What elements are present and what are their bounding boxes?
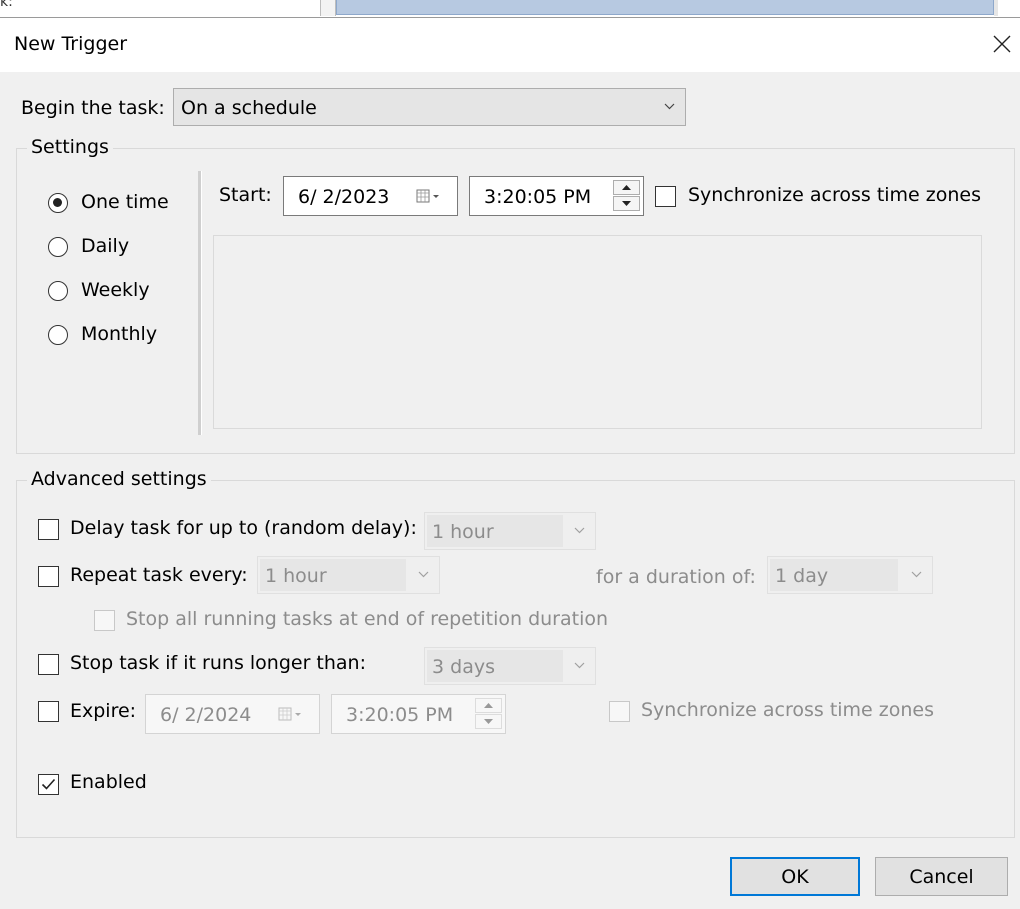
chevron-down-icon [664, 103, 675, 110]
background-selected-row [336, 0, 994, 15]
expire-time-value: 3:20:05 PM [346, 704, 454, 726]
expire-sync-checkbox[interactable] [609, 701, 630, 722]
background-scroll-fragment [320, 0, 336, 16]
expire-time-down-button[interactable] [475, 714, 502, 729]
stop-all-checkbox[interactable] [94, 610, 115, 631]
repeat-label: Repeat task every: [70, 564, 248, 586]
duration-label: for a duration of: [596, 566, 756, 588]
begin-task-value: On a schedule [181, 97, 317, 119]
chevron-down-icon [911, 571, 922, 578]
expire-sync-label: Synchronize across time zones [641, 699, 935, 721]
arrow-down-icon [622, 201, 631, 206]
expire-date-value: 6/ 2/2024 [160, 704, 252, 726]
calendar-icon[interactable] [416, 189, 442, 203]
duration-value: 1 day [775, 565, 829, 587]
dialog-titlebar: New Trigger [0, 18, 1020, 72]
background-fragment-text: k: [0, 0, 13, 10]
chevron-down-icon [574, 662, 585, 669]
chevron-down-icon [574, 527, 585, 534]
start-date-picker[interactable]: 6/ 2/2023 [283, 176, 458, 216]
arrow-down-icon [484, 719, 493, 724]
repeat-interval-dropdown[interactable]: 1 hour [257, 556, 440, 594]
stop-longer-value: 3 days [432, 656, 495, 678]
ok-button[interactable]: OK [730, 857, 860, 896]
stop-longer-checkbox[interactable] [38, 654, 59, 675]
settings-divider [198, 171, 202, 435]
chevron-down-icon [418, 571, 429, 578]
duration-dropdown[interactable]: 1 day [767, 556, 933, 594]
enabled-label: Enabled [70, 771, 147, 793]
close-icon [993, 35, 1011, 53]
radio-weekly-label: Weekly [81, 279, 150, 301]
expire-time-spinner [475, 698, 502, 730]
start-date-value: 6/ 2/2023 [298, 186, 390, 208]
delay-dropdown[interactable]: 1 hour [424, 512, 596, 550]
expire-date-picker[interactable]: 6/ 2/2024 [145, 694, 320, 734]
stop-all-label: Stop all running tasks at end of repetit… [126, 608, 609, 630]
start-sync-checkbox[interactable] [655, 186, 676, 207]
begin-task-dropdown[interactable]: On a schedule [173, 88, 686, 126]
close-button[interactable] [984, 26, 1020, 62]
dialog-title: New Trigger [14, 33, 128, 55]
enabled-checkbox[interactable] [38, 774, 59, 795]
radio-daily[interactable] [48, 237, 68, 257]
arrow-up-icon [622, 185, 631, 190]
background-edge [994, 0, 998, 16]
start-sync-label: Synchronize across time zones [688, 184, 982, 206]
start-time-up-button[interactable] [613, 180, 640, 195]
delay-checkbox[interactable] [38, 519, 59, 540]
begin-task-label: Begin the task: [21, 97, 165, 119]
arrow-up-icon [484, 703, 493, 708]
radio-one-time-label: One time [81, 191, 169, 213]
repeat-interval-value: 1 hour [265, 565, 327, 587]
radio-monthly-label: Monthly [81, 323, 158, 345]
advanced-settings-legend: Advanced settings [27, 468, 211, 490]
schedule-details-panel [213, 235, 982, 429]
start-time-value: 3:20:05 PM [484, 186, 592, 208]
radio-monthly[interactable] [48, 325, 68, 345]
calendar-icon[interactable] [278, 707, 304, 721]
expire-time-up-button[interactable] [475, 698, 502, 713]
radio-weekly[interactable] [48, 281, 68, 301]
repeat-checkbox[interactable] [38, 566, 59, 587]
background-window-fragment: k: [0, 0, 1020, 18]
start-time-field[interactable]: 3:20:05 PM [469, 176, 644, 216]
radio-daily-label: Daily [81, 235, 130, 257]
checkmark-icon [41, 778, 56, 790]
expire-time-field[interactable]: 3:20:05 PM [331, 694, 506, 734]
expire-label: Expire: [70, 700, 137, 722]
cancel-button[interactable]: Cancel [875, 857, 1008, 896]
start-time-down-button[interactable] [613, 196, 640, 211]
delay-label: Delay task for up to (random delay): [70, 517, 417, 539]
expire-checkbox[interactable] [38, 701, 59, 722]
stop-longer-dropdown[interactable]: 3 days [424, 647, 596, 685]
start-label: Start: [219, 184, 272, 206]
settings-legend: Settings [27, 136, 113, 158]
delay-value: 1 hour [432, 521, 494, 543]
stop-longer-label: Stop task if it runs longer than: [70, 652, 367, 674]
start-time-spinner [613, 180, 640, 212]
radio-one-time[interactable] [48, 193, 68, 213]
